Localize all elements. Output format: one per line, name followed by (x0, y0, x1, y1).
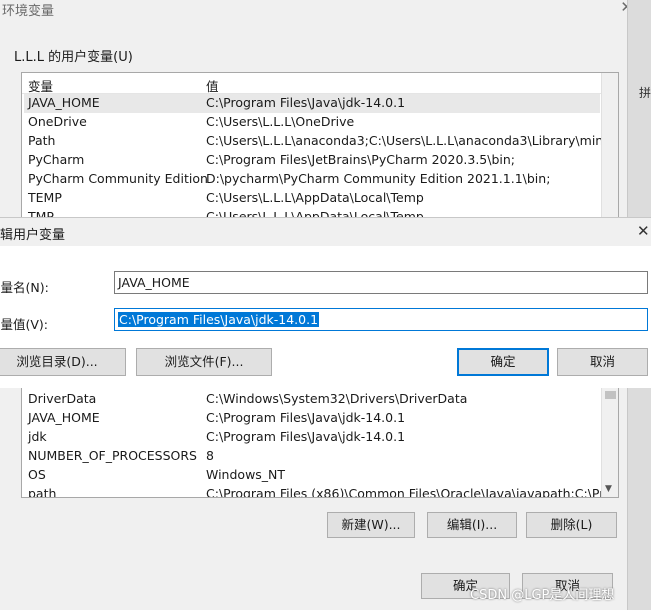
edit-user-var-dialog: 辑用户变量 ✕ 变量名(N): JAVA_HOME 变量值(V): C:\Pro… (0, 217, 651, 388)
dialog-cancel-button[interactable]: 取消 (557, 348, 648, 376)
dialog-close-icon[interactable]: ✕ (637, 222, 650, 240)
user-var-row[interactable]: OneDrive C:\Users\L.L.L\OneDrive (24, 113, 600, 132)
system-var-name: path (28, 486, 57, 498)
user-var-row[interactable]: TEMP C:\Users\L.L.L\AppData\Local\Temp (24, 189, 600, 208)
system-var-value: 8 (206, 448, 214, 463)
system-var-name: NUMBER_OF_PROCESSORS (28, 448, 197, 463)
browse-file-button[interactable]: 浏览文件(F)... (136, 348, 272, 376)
system-var-row[interactable]: NUMBER_OF_PROCESSORS 8 (24, 447, 600, 466)
system-var-row[interactable]: path C:\Program Files (x86)\Common Files… (24, 485, 618, 498)
delete-system-var-button[interactable]: 删除(L) (526, 512, 617, 538)
system-vars-scrollbar[interactable]: ▼ (601, 387, 618, 497)
system-var-name: jdk (28, 429, 47, 444)
user-var-name: PyCharm (28, 152, 85, 167)
var-value-field[interactable]: C:\Program Files\Java\jdk-14.0.1 (114, 308, 648, 331)
user-var-name: PyCharm Community Edition (28, 171, 208, 186)
column-header-variable[interactable]: 变量 (28, 76, 53, 95)
system-vars-list[interactable]: DriverData C:\Windows\System32\Drivers\D… (21, 386, 619, 498)
user-var-value: C:\Program Files\Java\jdk-14.0.1 (206, 95, 406, 110)
system-var-value: C:\Program Files\Java\jdk-14.0.1 (206, 410, 406, 425)
scrollbar-thumb[interactable] (605, 391, 616, 399)
user-var-value: D:\pycharm\PyCharm Community Edition 202… (206, 171, 551, 186)
system-var-row[interactable]: OS Windows_NT (24, 466, 600, 485)
scroll-down-icon[interactable]: ▼ (605, 484, 612, 494)
user-vars-list[interactable]: 变量 值 JAVA_HOME C:\Program Files\Java\jdk… (21, 72, 619, 218)
var-value-label: 变量值(V): (0, 317, 49, 332)
system-var-value: C:\Windows\System32\Drivers\DriverData (206, 391, 468, 406)
system-var-row[interactable]: jdk C:\Program Files\Java\jdk-14.0.1 (24, 428, 600, 447)
system-var-value: Windows_NT (206, 467, 286, 482)
system-var-name: OS (28, 467, 46, 482)
system-var-name: DriverData (28, 391, 97, 406)
user-var-value: C:\Program Files\JetBrains\PyCharm 2020.… (206, 152, 516, 167)
user-vars-scrollbar[interactable] (601, 73, 618, 217)
system-var-value: C:\Program Files\Java\jdk-14.0.1 (206, 429, 406, 444)
var-name-value: JAVA_HOME (118, 275, 190, 290)
user-var-name: Path (28, 133, 56, 148)
window-title: 环境变量 (2, 4, 55, 19)
var-name-label: 变量名(N): (0, 280, 49, 295)
column-header-value[interactable]: 值 (206, 76, 219, 95)
user-var-value: C:\Users\L.L.L\anaconda3;C:\Users\L.L.L\… (206, 133, 619, 148)
edit-system-var-button[interactable]: 编辑(I)... (427, 512, 517, 538)
user-var-row[interactable]: PyCharm C:\Program Files\JetBrains\PyCha… (24, 151, 600, 170)
user-vars-group-title: L.L.L 的用户变量(U) (14, 50, 133, 65)
system-var-row[interactable]: DriverData C:\Windows\System32\Drivers\D… (24, 390, 600, 409)
user-var-value: C:\Users\L.L.L\AppData\Local\Temp (206, 190, 424, 205)
user-vars-header: 变量 值 (22, 73, 618, 94)
user-var-row[interactable]: JAVA_HOME C:\Program Files\Java\jdk-14.0… (24, 94, 600, 113)
user-var-value: C:\Users\L.L.L\OneDrive (206, 114, 355, 129)
browse-directory-button[interactable]: 浏览目录(D)... (0, 348, 126, 376)
var-name-field[interactable]: JAVA_HOME (114, 271, 648, 294)
dialog-title: 辑用户变量 (0, 228, 66, 243)
system-var-name: JAVA_HOME (28, 410, 100, 425)
user-var-row[interactable]: PyCharm Community Edition D:\pycharm\PyC… (24, 170, 600, 189)
var-value-selected-text: C:\Program Files\Java\jdk-14.0.1 (118, 312, 320, 327)
user-var-row[interactable]: Path C:\Users\L.L.L\anaconda3;C:\Users\L… (24, 132, 618, 151)
user-var-name: TEMP (28, 190, 62, 205)
system-var-value: C:\Program Files (x86)\Common Files\Orac… (206, 486, 619, 498)
right-window-text: 拼 (639, 86, 651, 100)
system-var-row[interactable]: JAVA_HOME C:\Program Files\Java\jdk-14.0… (24, 409, 600, 428)
user-var-name: OneDrive (28, 114, 87, 129)
user-var-name: JAVA_HOME (28, 95, 100, 110)
new-system-var-button[interactable]: 新建(W)... (327, 512, 415, 538)
csdn-watermark: CSDN @LGP是人间理想 (470, 588, 615, 603)
dialog-ok-button[interactable]: 确定 (457, 348, 549, 376)
